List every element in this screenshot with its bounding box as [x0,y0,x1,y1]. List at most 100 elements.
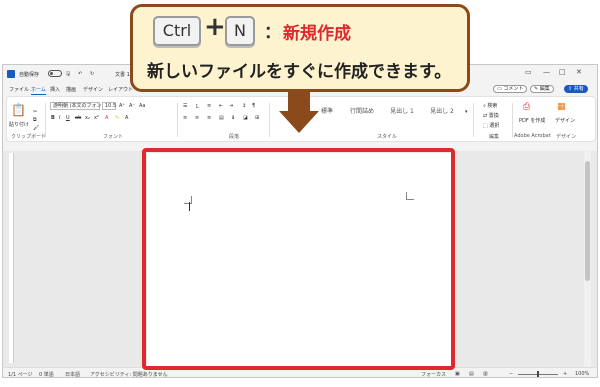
tab-file[interactable]: ファイル [9,86,29,93]
decrease-indent-icon[interactable]: ⇤ [219,103,223,109]
align-right-icon[interactable]: ≡ [207,115,211,121]
numbering-icon[interactable]: ⒈ [195,103,200,110]
italic-icon[interactable]: I [59,115,60,121]
change-case-icon[interactable]: Aa [139,103,145,109]
group-font-label: フォント [103,134,124,140]
show-marks-icon[interactable]: ¶ [252,103,255,109]
focus-button[interactable]: フォーカス [421,371,446,377]
tab-design[interactable]: デザイン [83,86,103,93]
designer-label[interactable]: デザイン [555,117,575,124]
divider [177,103,178,137]
callout-arrow [288,92,310,112]
tab-insert[interactable]: 挿入 [50,86,60,93]
justify-icon[interactable]: ▤ [219,115,224,121]
ribbon-options-icon[interactable]: ▭ [525,68,532,76]
shrink-font-icon[interactable]: A⁻ [129,103,135,109]
zoom-slider-knob[interactable] [537,371,539,377]
borders-icon[interactable]: ⊞ [255,115,259,121]
style-no-spacing[interactable]: 行間詰め [342,102,382,122]
replace-label: 置換 [488,113,499,119]
tab-home[interactable]: ホーム [31,86,46,95]
close-icon[interactable]: ✕ [576,68,582,76]
redo-icon[interactable]: ↻ [90,71,94,77]
document-title: 文書 1 [115,72,130,78]
edit-mode-label: 編集 [539,86,550,92]
grow-font-icon[interactable]: A⁺ [119,103,125,109]
zoom-in-icon[interactable]: + [563,371,567,377]
edit-mode-button[interactable]: ✎ 編集 [530,85,554,93]
tab-draw[interactable]: 描画 [66,86,76,93]
shortcut-description: 新しいファイルをすぐに作成できます。 [147,62,452,82]
replace-button[interactable]: ⇄ 置換 [483,112,499,119]
share-label: 共有 [573,86,584,92]
format-painter-icon[interactable]: 🖌 [33,125,39,131]
subscript-icon[interactable]: x₂ [85,115,90,121]
bullets-icon[interactable]: ☰ [183,103,187,109]
multilevel-list-icon[interactable]: ≡ [207,103,211,109]
font-name-select[interactable]: 游明朝 (本文のフォント [50,102,107,110]
cut-icon[interactable]: ✂ [33,109,37,115]
autosave-toggle[interactable] [48,70,62,77]
group-acrobat-label: Adobe Acrobat [514,133,551,139]
font-color-icon[interactable]: A [105,115,108,121]
strikethrough-icon[interactable]: ab [75,115,81,121]
bold-icon[interactable]: B [51,115,55,121]
highlight-color-icon[interactable]: ✎ [115,115,119,121]
line-spacing-icon[interactable]: ↨ [231,115,235,121]
word-logo-icon [7,70,15,78]
page-count[interactable]: 1/1 ページ [8,371,33,377]
group-clipboard-label: クリップボード [11,134,47,140]
style-heading2[interactable]: 見出し 2 [422,102,462,122]
shortcut-title: 新規作成 [283,24,351,44]
group-edit-label: 編集 [489,134,500,140]
save-icon[interactable]: 🖫 [66,71,70,79]
divider [269,103,270,137]
find-button[interactable]: ⌕ 検索 [483,102,497,109]
language-status[interactable]: 日本語 [65,371,80,377]
comment-button[interactable]: ▭ コメント [493,85,528,93]
zoom-out-icon[interactable]: − [509,371,513,377]
find-label: 検索 [487,103,498,109]
increase-indent-icon[interactable]: ⇥ [229,103,233,109]
word-count[interactable]: 0 単語 [39,371,54,377]
designer-icon[interactable]: ▦ [557,102,566,112]
sort-icon[interactable]: ↕ [242,103,246,109]
superscript-icon[interactable]: x² [94,115,99,121]
plus-sign: + [204,12,226,42]
underline-icon[interactable]: U [66,115,70,121]
divider [512,103,513,137]
font-size-select[interactable]: 10.5 [102,102,116,110]
group-designer-label: デザイン [556,134,577,140]
undo-icon[interactable]: ↶ [78,71,82,77]
divider [45,103,46,137]
paste-icon[interactable]: 📋 [11,103,26,117]
align-center-icon[interactable]: ≡ [195,115,199,121]
select-label: 選択 [489,123,500,129]
read-mode-icon[interactable]: ▣ [455,371,460,377]
share-button[interactable]: ⇪ 共有 [564,85,588,93]
shading-icon[interactable]: ◪ [243,115,248,121]
web-layout-icon[interactable]: ▥ [483,371,488,377]
colon-separator: ： [264,23,281,43]
styles-more-icon[interactable]: ▾ [465,109,468,115]
group-paragraph-label: 段落 [229,134,240,140]
shortcut-callout: Ctrl + N ： 新規作成 新しいファイルをすぐに作成できます。 [130,4,470,92]
vertical-scrollbar[interactable] [584,151,591,367]
pdf-icon[interactable]: ⎙ [523,102,530,112]
paste-label[interactable]: 貼り付け [9,121,29,128]
print-layout-icon[interactable]: ▤ [469,371,474,377]
align-left-icon[interactable]: ≡ [183,115,187,121]
accessibility-status[interactable]: アクセシビリティ: 問題ありません [90,371,168,377]
select-button[interactable]: ⬚ 選択 [483,122,499,129]
minimize-icon[interactable]: — [543,68,550,76]
create-pdf-label[interactable]: PDF を作成 [519,117,545,124]
style-heading1[interactable]: 見出し 1 [382,102,422,122]
page-highlight-frame [142,148,455,370]
divider [473,103,474,137]
tab-layout[interactable]: レイアウト [108,86,133,93]
text-effects-icon[interactable]: A [125,115,128,121]
zoom-level[interactable]: 100% [575,371,589,377]
scrollbar-thumb[interactable] [585,161,590,281]
maximize-icon[interactable]: □ [559,68,566,76]
copy-icon[interactable]: ⧉ [33,117,37,123]
